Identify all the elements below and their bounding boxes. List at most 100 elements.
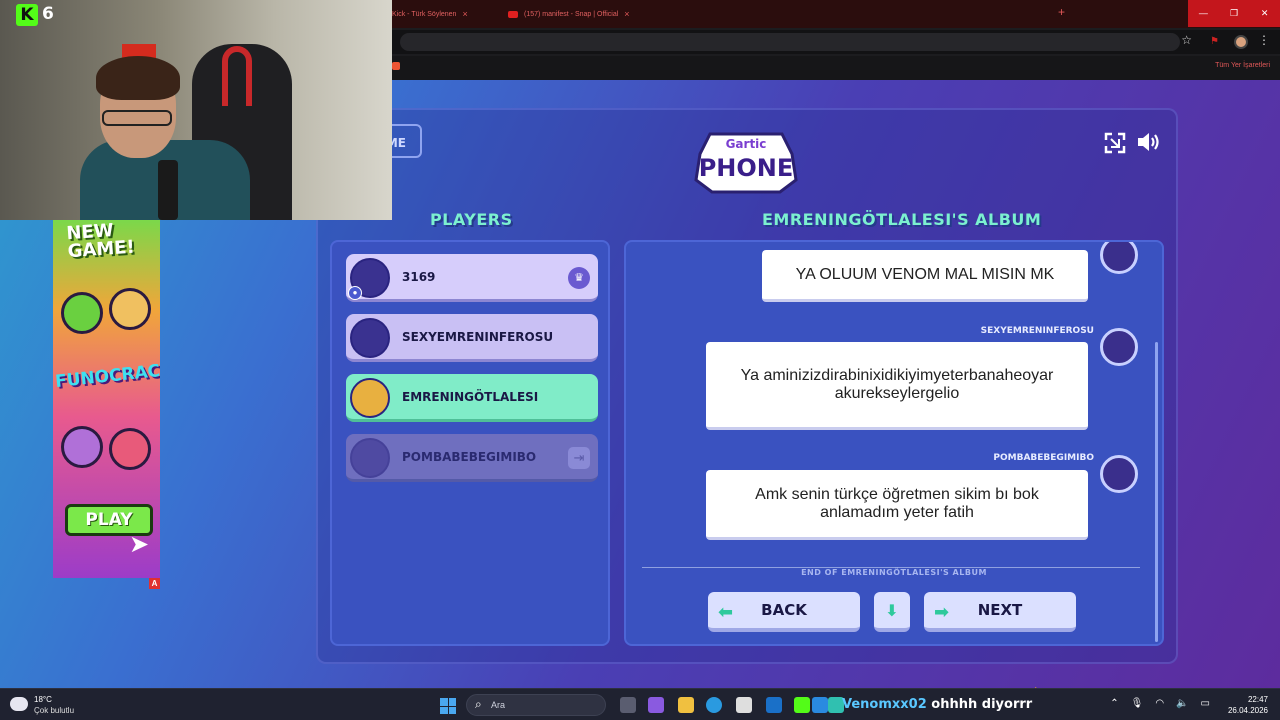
logo-main-text: PHONE [699, 154, 794, 182]
download-icon: ⬇ [885, 600, 899, 620]
avatar [350, 318, 390, 358]
taskbar: 18°C Çok bulutlu ⌕ Ara Venomxx02 ohhhh d… [0, 688, 1280, 720]
player-name: POMBABEBEGIMIBO [402, 450, 537, 464]
player-name: EMRENINGÖTLALESI [402, 390, 539, 404]
bookmark-icon[interactable] [392, 62, 400, 70]
sound-icon[interactable] [1136, 130, 1162, 154]
streamer-hair [96, 56, 180, 100]
webcam-overlay [0, 0, 392, 220]
ad-headline: NEW GAME! [65, 220, 136, 263]
outlook-icon[interactable] [766, 697, 782, 713]
pointer-icon: ➤ [129, 531, 150, 558]
viewer-count: 6 [42, 4, 54, 24]
arrow-right-icon: ➡ [934, 602, 950, 623]
album-scrollbar[interactable] [1155, 342, 1158, 642]
bookmark-star-icon[interactable]: ☆ [1181, 33, 1192, 47]
extension-icon[interactable]: ⚑ [1210, 36, 1222, 48]
cloud-icon[interactable] [10, 697, 28, 711]
file-explorer-icon[interactable] [678, 697, 694, 713]
clock[interactable]: 22:47 26.04.2026 [1228, 694, 1268, 716]
blonde-character [109, 288, 151, 330]
weather-desc[interactable]: Çok bulutlu [34, 706, 74, 715]
chat-overlay: Venomxx02 ohhhh diyorrr [842, 697, 1032, 712]
bookmarks-bar: Tüm Yer İşaretleri [392, 56, 1280, 80]
message-bubble: Amk senin türkçe öğretmen sikim bı bok a… [706, 470, 1088, 540]
thumbs-up-character [61, 292, 103, 334]
youtube-icon [508, 10, 518, 18]
chevron-up-icon[interactable]: ⌃ [1110, 698, 1118, 709]
player-card[interactable]: POMBABEBEGIMIBO ⇥ [346, 434, 598, 482]
tab-strip: Kick - Türk Söylenen × (157) manifest - … [392, 0, 1280, 28]
next-button[interactable]: ➡ NEXT [924, 592, 1076, 632]
profile-avatar[interactable] [1234, 35, 1248, 49]
maximize-button[interactable]: ❐ [1219, 0, 1250, 27]
bearded-character [61, 426, 103, 468]
player-name: SEXYEMRENINFEROSU [402, 330, 554, 344]
new-tab-button[interactable]: + [1058, 5, 1065, 19]
tab-label: Kick - Türk Söylenen [392, 10, 457, 18]
chair-stripe [222, 46, 252, 106]
end-of-album-text: END OF EMRENINGÖTLALESI'S ALBUM [791, 568, 997, 577]
adchoices-icon[interactable]: A [149, 578, 160, 589]
close-tab-icon[interactable]: × [624, 9, 629, 19]
avatar [1100, 455, 1138, 493]
close-tab-icon[interactable]: × [462, 9, 467, 19]
advertisement[interactable]: NEW GAME! FUNOCRACY PLAY ➤ [53, 220, 160, 578]
menu-icon[interactable]: ⋮ [1258, 33, 1270, 47]
copilot-icon[interactable] [648, 697, 664, 713]
kick-app-icon[interactable] [794, 697, 810, 713]
store-icon[interactable] [736, 697, 752, 713]
ad-brand: FUNOCRACY [54, 359, 160, 393]
album-title: EMRENINGÖTLALESI'S ALBUM [762, 210, 1042, 229]
search-placeholder: Ara [491, 700, 506, 710]
message-author: SEXYEMRENINFEROSU [980, 326, 1094, 336]
end-of-album-label: END OF EMRENINGÖTLALESI'S ALBUM [626, 562, 1162, 580]
next-label: NEXT [977, 601, 1023, 619]
arrow-left-icon: ⬅ [718, 602, 734, 623]
album-panel: YA OLUUM VENOM MAL MISIN MK SEXYEMRENINF… [624, 240, 1164, 646]
chat-username: Venomxx02 [842, 697, 927, 712]
microphone-icon[interactable]: 🎙 [1131, 698, 1144, 709]
battery-icon[interactable]: ▭ [1201, 698, 1210, 709]
task-view-icon[interactable] [620, 697, 636, 713]
search-icon: ⌕ [475, 697, 482, 711]
browser-tab-youtube[interactable]: (157) manifest - Snap | Official × [508, 6, 630, 22]
face-character [109, 428, 151, 470]
gartic-phone-logo: Gartic PHONE [694, 132, 798, 194]
volume-icon[interactable]: 🔈 [1176, 698, 1188, 709]
message-bubble: YA OLUUM VENOM MAL MISIN MK [762, 250, 1088, 302]
fullscreen-icon[interactable] [1104, 132, 1126, 154]
windows-start-icon[interactable] [440, 698, 456, 714]
all-bookmarks-folder[interactable]: Tüm Yer İşaretleri [1215, 62, 1270, 69]
window-controls: — ❐ ✕ [1188, 0, 1280, 27]
back-button[interactable]: ⬅ BACK [708, 592, 860, 632]
system-tray: ⌃ 🎙 ◠ 🔈 ▭ [1110, 698, 1210, 709]
browser-tab-kick[interactable]: Kick - Türk Söylenen × [392, 6, 468, 22]
kick-logo: K [16, 4, 38, 26]
player-name: 3169 [402, 270, 436, 284]
address-bar[interactable] [400, 33, 1180, 51]
avatar [1100, 328, 1138, 366]
minimize-button[interactable]: — [1188, 0, 1219, 27]
logo-top-text: Gartic [726, 137, 767, 151]
edge-icon[interactable] [706, 697, 722, 713]
player-card[interactable]: ● 3169 ♛ [346, 254, 598, 302]
weather-temp[interactable]: 18°C [34, 695, 52, 704]
app-icon[interactable] [812, 697, 828, 713]
player-card[interactable]: EMRENINGÖTLALESI [346, 374, 598, 422]
date: 26.04.2026 [1227, 706, 1268, 715]
host-badge-icon: ● [348, 286, 362, 300]
message-author: POMBABEBEGIMIBO [993, 453, 1094, 463]
close-window-button[interactable]: ✕ [1249, 0, 1280, 27]
wifi-icon[interactable]: ◠ [1155, 698, 1164, 709]
player-card[interactable]: SEXYEMRENINFEROSU [346, 314, 598, 362]
left-game-icon: ⇥ [568, 447, 590, 469]
back-label: BACK [761, 601, 807, 619]
message-bubble: Ya aminizizdirabinixidikiyimyeterbanaheo… [706, 342, 1088, 430]
taskbar-search[interactable]: ⌕ Ara [466, 694, 606, 716]
download-button[interactable]: ⬇ [874, 592, 910, 632]
avatar [350, 378, 390, 418]
streamer-glasses [102, 110, 172, 126]
avatar [350, 438, 390, 478]
microphone [158, 160, 178, 220]
